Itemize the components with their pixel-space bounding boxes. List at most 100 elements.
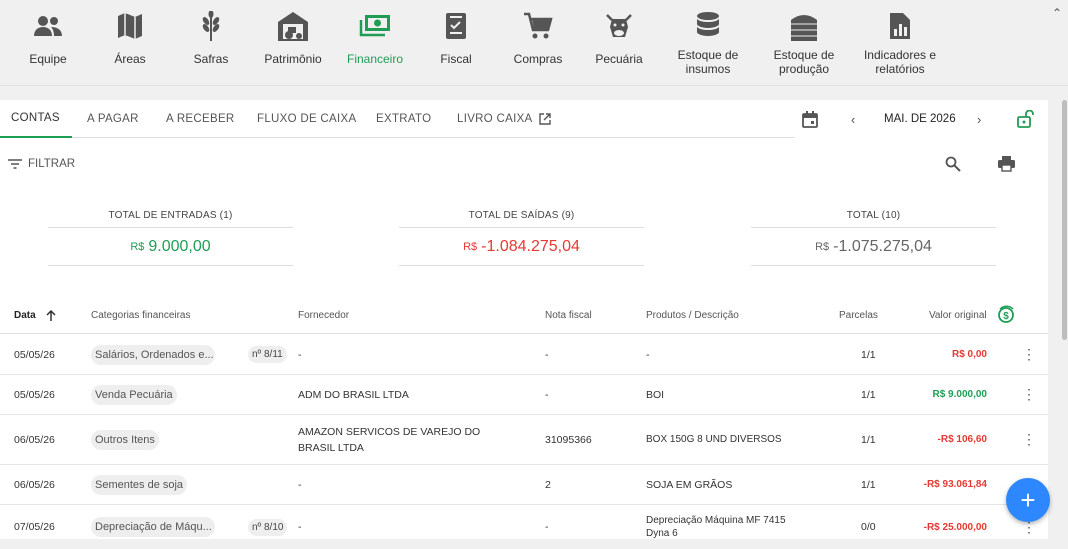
installment-badge: nº 8/10 [248,518,288,536]
header-valor-original[interactable]: Valor original [929,296,987,334]
summary-title: TOTAL (10) [846,210,901,221]
cell-fornecedor: AMAZON SERVICOS DE VAREJO DO BRASIL LTDA [298,425,481,454]
scrollbar-thumb[interactable] [1062,100,1067,340]
more-vert-icon[interactable]: ⋮ [1022,415,1036,464]
tab-a-receber[interactable]: A RECEBER [166,100,235,138]
team-icon [3,8,93,44]
cell-parcelas: 1/1 [861,348,876,361]
summary-title: TOTAL DE SAÍDAS (9) [468,210,575,221]
tab-contas[interactable]: CONTAS [0,100,72,138]
tab-fluxo-de-caixa[interactable]: FLUXO DE CAIXA [257,100,356,138]
search-icon[interactable] [945,156,961,177]
map-icon [85,8,175,44]
nav-label: Patrimônio [264,52,322,66]
tab-livro-caixa[interactable]: LIVRO CAIXA [457,100,551,138]
tab-extrato[interactable]: EXTRATO [376,100,431,138]
nav-item-patrimonio[interactable]: Patrimônio [248,8,338,66]
amount: -1.084.275,04 [481,237,580,255]
currency-symbol: R$ [463,240,478,253]
nav-label: Áreas [114,52,146,66]
header-produtos[interactable]: Produtos / Descrição [646,296,739,334]
table-row[interactable]: 05/05/26 Venda Pecuária ADM DO BRASIL LT… [0,375,1048,415]
cell-data: 06/05/26 [14,478,55,491]
cell-parcelas: 1/1 [861,388,876,401]
money-circle-icon[interactable]: $ [996,296,1016,334]
nav-item-estoque-insumos[interactable]: Estoque de insumos [663,8,753,76]
nav-item-safras[interactable]: Safras [166,8,256,66]
cell-produtos: BOX 150G 8 UND DIVERSOS [646,434,782,445]
table-row[interactable]: 06/05/26 Sementes de soja - 2 SOJA EM GR… [0,465,1048,505]
financeiro-panel: CONTAS A PAGAR A RECEBER FLUXO DE CAIXA … [0,100,1048,539]
cell-nota: 2 [545,478,551,491]
header-parcelas[interactable]: Parcelas [839,296,878,334]
cell-data: 05/05/26 [14,348,55,361]
category-chip: Sementes de soja [91,474,188,495]
period-label: MAI. DE 2026 [884,113,956,125]
cell-nota: - [545,388,549,401]
report-icon [855,8,945,44]
nav-item-financeiro[interactable]: Financeiro [330,8,420,66]
table-row[interactable]: 06/05/26 Outros Itens AMAZON SERVICOS DE… [0,415,1048,465]
table-header: Data Categorias financeiras Fornecedor N… [0,296,1048,334]
header-data[interactable]: Data [14,296,56,334]
invoice-icon [411,8,501,44]
cash-icon [330,8,420,44]
database-icon [663,8,753,44]
category-chip: Salários, Ordenados e... [91,344,215,365]
nav-item-equipe[interactable]: Equipe [3,8,93,66]
header-categorias[interactable]: Categorias financeiras [91,296,191,334]
nav-label: Equipe [29,52,67,66]
cell-produtos: SOJA EM GRÃOS [646,478,733,491]
nav-item-indicadores[interactable]: Indicadores e relatórios [855,8,945,76]
cell-fornecedor: - [298,521,302,533]
table-row[interactable]: 05/05/26 Salários, Ordenados e... nº 8/1… [0,335,1048,375]
filter-list-icon [8,159,22,169]
arrow-up-icon [46,309,56,321]
filter-label: FILTRAR [28,158,76,170]
cell-valor: R$ 9.000,00 [932,389,988,400]
open-in-new-icon [538,113,551,125]
chevron-right-icon[interactable]: › [977,100,981,138]
cell-valor: -R$ 93.061,84 [923,479,987,490]
nav-item-areas[interactable]: Áreas [85,8,175,66]
tractor-barn-icon [248,8,338,44]
nav-item-pecuaria[interactable]: Pecuária [574,8,664,66]
nav-label: Estoque de produção [773,48,835,76]
print-icon[interactable] [998,156,1015,177]
amount: 9.000,00 [148,237,211,255]
cell-data: 05/05/26 [14,388,55,401]
nav-label: Pecuária [595,52,643,66]
lock-open-icon[interactable] [1017,100,1034,138]
header-nota-fiscal[interactable]: Nota fiscal [545,296,592,334]
summary-value: R$ -1.075.275,04 [751,227,996,266]
cell-parcelas: 0/0 [861,521,876,533]
cell-data: 06/05/26 [14,433,55,446]
calendar-icon[interactable] [802,100,818,138]
cell-categoria: Depreciação de Máqu... [91,505,215,549]
cart-icon [493,8,583,44]
nav-label: Compras [513,52,563,66]
chevron-left-icon[interactable]: ‹ [851,100,855,138]
table-row[interactable]: 07/05/26 Depreciação de Máqu... nº 8/10 … [0,505,1048,549]
nav-label: Safras [193,52,229,66]
tab-a-pagar[interactable]: A PAGAR [87,100,139,138]
nav-label: Estoque de insumos [677,48,739,76]
chevron-up-icon[interactable]: ⌃ [1052,6,1062,20]
cell-produtos: Depreciação Máquina MF 7415 Dyna 6 [646,515,786,539]
nav-item-fiscal[interactable]: Fiscal [411,8,501,66]
nav-item-compras[interactable]: Compras [493,8,583,66]
filter-button[interactable]: FILTRAR [8,158,75,170]
installment-badge: nº 8/11 [248,346,287,363]
more-vert-icon[interactable]: ⋮ [1022,335,1036,374]
nav-item-estoque-producao[interactable]: Estoque de produção [759,8,849,76]
category-chip: Depreciação de Máqu... [91,517,215,537]
top-navigation: Equipe Áreas Safras Patrimônio Financeir… [0,0,1068,86]
cell-badge: nº 8/11 [248,335,287,374]
summary-value: R$ -1.084.275,04 [399,227,644,266]
add-button[interactable]: + [1006,478,1050,522]
header-fornecedor[interactable]: Fornecedor [298,296,349,334]
tab-livro-caixa-label: LIVRO CAIXA [457,113,533,125]
cell-nota: - [545,521,549,533]
more-vert-icon[interactable]: ⋮ [1022,375,1036,414]
cell-produtos: - [646,348,650,361]
